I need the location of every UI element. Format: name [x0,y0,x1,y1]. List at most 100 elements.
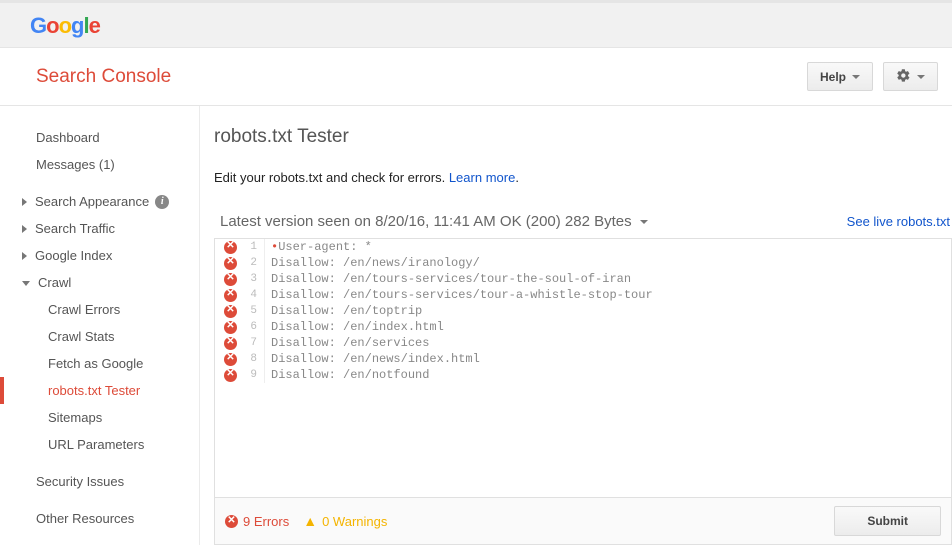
warnings-count: ▲ 0 Warnings [303,513,387,529]
gear-icon [896,68,911,86]
sidebar-label: URL Parameters [48,437,144,452]
error-gutter: ✕ [215,241,239,254]
error-icon: ✕ [224,241,237,254]
error-icon: ✕ [224,257,237,270]
sidebar-label: Crawl [38,275,71,290]
error-icon: ✕ [224,305,237,318]
sidebar-item-google-index[interactable]: Google Index [0,242,199,269]
sidebar-item-url-parameters[interactable]: URL Parameters [0,431,199,458]
desc-text: Edit your robots.txt and check for error… [214,170,449,185]
sidebar-label: Dashboard [36,130,100,145]
code-text: Disallow: /en/index.html [271,319,444,335]
error-icon: ✕ [225,515,238,528]
sidebar-item-crawl-errors[interactable]: Crawl Errors [0,296,199,323]
google-logo-bar: Google [0,3,952,48]
error-gutter: ✕ [215,273,239,286]
sidebar: Dashboard Messages (1) Search Appearance… [0,106,200,545]
error-icon: ✕ [224,273,237,286]
page-description: Edit your robots.txt and check for error… [214,170,952,185]
robots-editor[interactable]: ✕1•User-agent: *✕2Disallow: /en/news/ira… [214,238,952,498]
version-label: Latest version seen on 8/20/16, 11:41 AM… [220,213,632,230]
help-label: Help [820,70,846,84]
sidebar-item-crawl[interactable]: Crawl [0,269,199,296]
line-number: 5 [239,303,265,319]
code-text: Disallow: /en/toptrip [271,303,422,319]
sidebar-label: Google Index [35,248,112,263]
code-text: •User-agent: * [271,239,372,255]
code-line[interactable]: ✕4 Disallow: /en/tours-services/tour-a-wh… [215,287,951,303]
sidebar-label: Crawl Stats [48,329,114,344]
errors-count: ✕ 9 Errors [225,514,289,529]
sidebar-label: Search Appearance [35,194,149,209]
line-number: 4 [239,287,265,303]
line-number: 8 [239,351,265,367]
sidebar-label: Other Resources [36,511,134,526]
sidebar-item-messages[interactable]: Messages (1) [0,151,199,178]
code-line[interactable]: ✕5 Disallow: /en/toptrip [215,303,951,319]
triangle-right-icon [22,198,27,206]
error-gutter: ✕ [215,321,239,334]
sidebar-label: Crawl Errors [48,302,120,317]
error-icon: ✕ [224,321,237,334]
error-icon: ✕ [224,289,237,302]
sidebar-item-crawl-stats[interactable]: Crawl Stats [0,323,199,350]
sidebar-label: Security Issues [36,474,124,489]
error-icon: ✕ [224,353,237,366]
chevron-down-icon [917,75,925,79]
line-number: 2 [239,255,265,271]
code-text: Disallow: /en/tours-services/tour-a-whis… [271,287,653,303]
error-gutter: ✕ [215,289,239,302]
error-icon: ✕ [224,369,237,382]
code-text: Disallow: /en/notfound [271,367,429,383]
code-line[interactable]: ✕3Disallow: /en/tours-services/tour-the-… [215,271,951,287]
sidebar-item-search-appearance[interactable]: Search Appearance i [0,188,199,215]
error-icon: ✕ [224,337,237,350]
sidebar-item-sitemaps[interactable]: Sitemaps [0,404,199,431]
sidebar-item-search-traffic[interactable]: Search Traffic [0,215,199,242]
sidebar-item-dashboard[interactable]: Dashboard [0,124,199,151]
sidebar-item-other-resources[interactable]: Other Resources [0,505,199,532]
sidebar-item-fetch-as-google[interactable]: Fetch as Google [0,350,199,377]
code-line[interactable]: ✕8 Disallow: /en/news/index.html [215,351,951,367]
triangle-down-icon [22,281,30,286]
code-line[interactable]: ✕1•User-agent: * [215,239,951,255]
warning-icon: ▲ [303,513,317,529]
error-gutter: ✕ [215,305,239,318]
code-text: Disallow: /en/news/iranology/ [271,255,480,271]
line-number: 3 [239,271,265,287]
triangle-right-icon [22,225,27,233]
help-button[interactable]: Help [807,62,873,91]
app-title: Search Console [36,66,171,88]
code-line[interactable]: ✕7 Disallow: /en/services [215,335,951,351]
desc-suffix: . [515,170,519,185]
warnings-label: 0 Warnings [322,514,387,529]
error-gutter: ✕ [215,353,239,366]
google-logo: Google [30,13,100,38]
line-number: 7 [239,335,265,351]
chevron-down-icon [852,75,860,79]
sidebar-label: Fetch as Google [48,356,143,371]
see-live-robots-link[interactable]: See live robots.txt [847,214,950,229]
settings-button[interactable] [883,62,938,91]
chevron-down-icon [640,220,648,224]
status-bar: ✕ 9 Errors ▲ 0 Warnings Submit [214,498,952,545]
learn-more-link[interactable]: Learn more [449,170,515,185]
code-text: Disallow: /en/news/index.html [271,351,480,367]
info-icon: i [155,195,169,209]
sidebar-item-robots-tester[interactable]: robots.txt Tester [0,377,199,404]
sidebar-label: Sitemaps [48,410,102,425]
page-title: robots.txt Tester [214,126,952,148]
main-content: robots.txt Tester Edit your robots.txt a… [200,106,952,545]
sidebar-label: Search Traffic [35,221,115,236]
code-line[interactable]: ✕9Disallow: /en/notfound [215,367,951,383]
code-line[interactable]: ✕6 Disallow: /en/index.html [215,319,951,335]
header-bar: Search Console Help [0,48,952,106]
line-number: 6 [239,319,265,335]
code-line[interactable]: ✕2 Disallow: /en/news/iranology/ [215,255,951,271]
errors-label: 9 Errors [243,514,289,529]
version-dropdown[interactable]: Latest version seen on 8/20/16, 11:41 AM… [214,209,654,234]
error-gutter: ✕ [215,369,239,382]
sidebar-label: robots.txt Tester [48,383,140,398]
sidebar-item-security-issues[interactable]: Security Issues [0,468,199,495]
code-text: Disallow: /en/services [271,335,429,351]
